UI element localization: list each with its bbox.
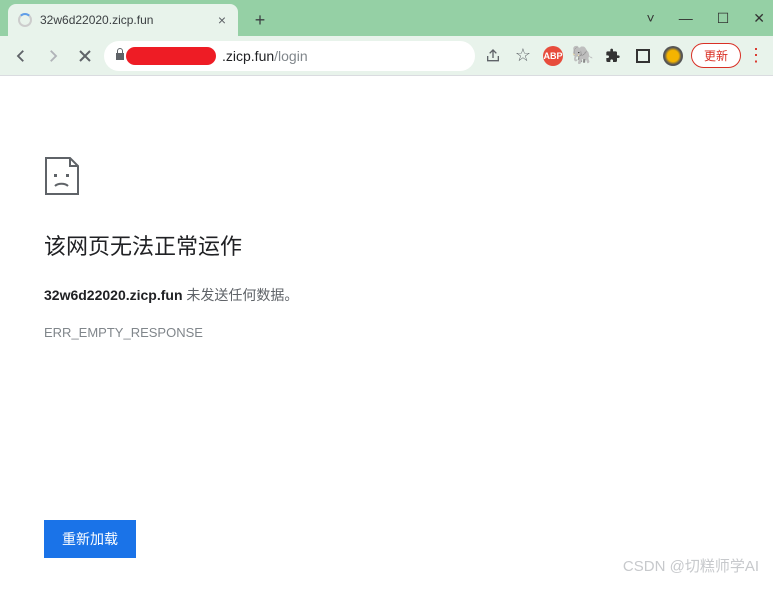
bookmark-star-icon[interactable]: ☆ (511, 44, 535, 68)
update-button[interactable]: 更新 (691, 43, 741, 68)
loading-spinner-icon (18, 13, 32, 27)
window-close-button[interactable]: ✕ (753, 10, 765, 27)
watermark-text: CSDN @切糕师学AI (623, 555, 759, 576)
error-code: ERR_EMPTY_RESPONSE (44, 325, 729, 340)
sad-page-icon (44, 156, 80, 196)
redacted-url-portion (126, 47, 216, 65)
url-text: .zicp.fun/login (222, 48, 308, 64)
error-page-content: 该网页无法正常运作 32w6d22020.zicp.fun 未发送任何数据。 E… (0, 76, 773, 340)
error-message: 32w6d22020.zicp.fun 未发送任何数据。 (44, 285, 729, 305)
tab-close-icon[interactable]: × (216, 12, 228, 28)
lock-icon (114, 47, 126, 64)
browser-toolbar: .zicp.fun/login ☆ ABP 🐘 更新 ⋮ (0, 36, 773, 76)
adblock-extension-icon[interactable]: ABP (541, 44, 565, 68)
minimize-button[interactable]: — (679, 10, 693, 26)
forward-button[interactable] (40, 43, 66, 69)
back-button[interactable] (8, 43, 34, 69)
window-controls: ˅ — ☐ ✕ (647, 0, 765, 36)
titlebar: 32w6d22020.zicp.fun × + ˅ — ☐ ✕ (0, 0, 773, 36)
extensions-icon[interactable] (601, 44, 625, 68)
browser-tab[interactable]: 32w6d22020.zicp.fun × (8, 4, 238, 36)
reading-list-icon[interactable] (631, 44, 655, 68)
error-heading: 该网页无法正常运作 (44, 229, 729, 261)
profile-avatar-icon[interactable] (661, 44, 685, 68)
error-host: 32w6d22020.zicp.fun (44, 287, 183, 303)
evernote-extension-icon[interactable]: 🐘 (571, 44, 595, 68)
kebab-menu-icon[interactable]: ⋮ (747, 45, 765, 66)
stop-reload-button[interactable] (72, 43, 98, 69)
share-icon[interactable] (481, 44, 505, 68)
chevron-down-icon[interactable]: ˅ (647, 10, 655, 26)
new-tab-button[interactable]: + (246, 6, 274, 34)
maximize-button[interactable]: ☐ (717, 10, 730, 27)
address-bar[interactable]: .zicp.fun/login (104, 41, 475, 71)
reload-button[interactable]: 重新加载 (44, 520, 136, 558)
tab-title: 32w6d22020.zicp.fun (40, 13, 208, 27)
